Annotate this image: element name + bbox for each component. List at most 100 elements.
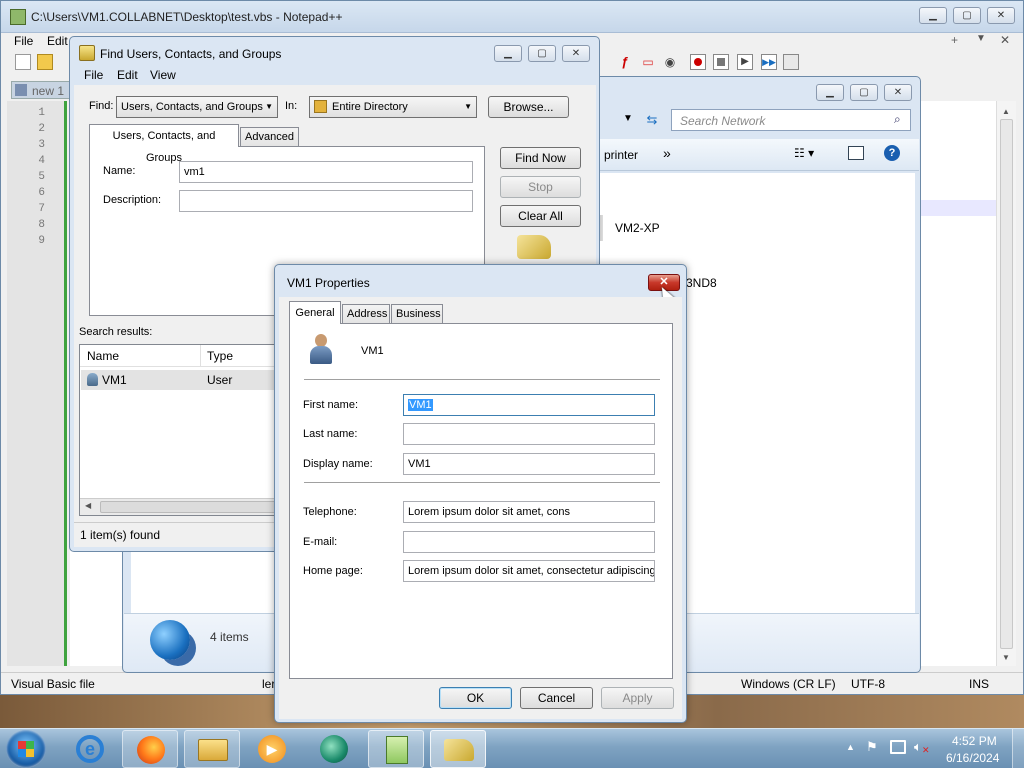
macro-save-icon[interactable]: [783, 54, 799, 70]
find-menu-view[interactable]: View: [150, 68, 176, 82]
network-tray-icon[interactable]: [890, 740, 906, 754]
find-maximize-button[interactable]: ▢: [528, 45, 556, 62]
network-search-box[interactable]: Search Network ⌕: [671, 109, 911, 131]
telephone-input[interactable]: Lorem ipsum dolor sit amet, cons: [403, 501, 655, 523]
notepad-titlebar[interactable]: C:\Users\VM1.COLLABNET\Desktop\test.vbs …: [1, 1, 1023, 33]
find-label: Find:: [89, 100, 114, 112]
first-name-input[interactable]: VM1: [403, 394, 655, 416]
open-folder-icon[interactable]: [37, 54, 53, 70]
results-list[interactable]: Name Type VM1 User ◀: [79, 344, 279, 516]
show-hidden-icons-chevron[interactable]: ▲: [846, 742, 855, 752]
macro-record-icon[interactable]: [690, 54, 706, 70]
volume-muted-icon[interactable]: 🔈︎ ✕: [914, 739, 930, 755]
close-button[interactable]: ✕: [987, 7, 1015, 24]
status-eol: Windows (CR LF): [741, 677, 836, 691]
first-name-label: First name:: [303, 399, 359, 411]
tab-list-control[interactable]: ▼: [976, 33, 986, 44]
minimize-button[interactable]: ▁: [919, 7, 947, 24]
taskbar-find-users[interactable]: [430, 730, 486, 768]
properties-title: VM1 Properties: [287, 276, 370, 290]
home-page-input[interactable]: Lorem ipsum dolor sit amet, consectetur …: [403, 560, 655, 582]
toolbar-printer[interactable]: printer: [604, 148, 638, 162]
macro-stop-icon[interactable]: [713, 54, 729, 70]
network-maximize-button[interactable]: ▢: [850, 84, 878, 101]
taskbar-file-explorer[interactable]: [184, 730, 240, 768]
tab-business[interactable]: Business: [391, 304, 443, 324]
column-header-type[interactable]: Type: [207, 349, 233, 363]
find-menu-file[interactable]: File: [84, 68, 103, 82]
taskbar-media-player[interactable]: ▶: [244, 730, 300, 768]
function-list-icon[interactable]: ƒ: [617, 54, 633, 70]
taskbar-firefox[interactable]: [122, 730, 178, 768]
scroll-down-arrow[interactable]: ▼: [1002, 653, 1010, 662]
taskbar-app[interactable]: [306, 730, 362, 768]
properties-body: General Address Business VM1 First name:…: [279, 297, 682, 719]
find-close-button[interactable]: ✕: [562, 45, 590, 62]
find-now-button[interactable]: Find Now: [500, 147, 581, 169]
find-minimize-button[interactable]: ▁: [494, 45, 522, 62]
ok-button[interactable]: OK: [439, 687, 512, 709]
browse-button[interactable]: Browse...: [488, 96, 569, 118]
add-tab-control[interactable]: +: [951, 33, 958, 47]
macro-run-multiple-icon[interactable]: ▶▶: [761, 54, 777, 70]
taskbar-internet-explorer[interactable]: e: [62, 730, 118, 768]
divider: [304, 482, 660, 483]
refresh-icon[interactable]: ⇆: [641, 109, 663, 131]
column-divider: [200, 345, 201, 367]
menu-file[interactable]: File: [14, 34, 33, 48]
network-minimize-button[interactable]: ▁: [816, 84, 844, 101]
tab-address[interactable]: Address: [342, 304, 390, 324]
apply-button[interactable]: Apply: [601, 687, 674, 709]
network-item-vm2[interactable]: VM2-XP: [591, 213, 701, 243]
tab-advanced[interactable]: Advanced: [240, 127, 299, 147]
action-center-flag-icon[interactable]: ⚑: [866, 740, 880, 754]
scroll-thumb[interactable]: [1000, 119, 1013, 649]
horizontal-scrollbar[interactable]: ◀: [80, 498, 278, 515]
scroll-up-arrow[interactable]: ▲: [1002, 107, 1010, 116]
tab-general[interactable]: General: [289, 301, 341, 324]
email-input[interactable]: [403, 531, 655, 553]
preview-pane-icon[interactable]: [848, 146, 864, 160]
show-desktop-button[interactable]: [1012, 729, 1024, 768]
start-button[interactable]: [6, 730, 46, 768]
clock-time[interactable]: 4:52 PM: [952, 734, 997, 748]
clear-all-button[interactable]: Clear All: [500, 205, 581, 227]
find-menu-edit[interactable]: Edit: [117, 68, 138, 82]
folder-workspace-icon[interactable]: ▭: [640, 54, 656, 70]
scroll-thumb[interactable]: [100, 501, 276, 513]
clock-date[interactable]: 6/16/2024: [946, 751, 999, 765]
monitoring-eye-icon[interactable]: ◉: [662, 54, 678, 70]
name-input-value: vm1: [184, 166, 205, 178]
close-doc-control[interactable]: ✕: [1000, 33, 1010, 47]
new-file-icon[interactable]: [15, 54, 31, 70]
line-number: 2: [38, 123, 45, 135]
name-input[interactable]: vm1: [179, 161, 473, 183]
find-type-select[interactable]: Users, Contacts, and Groups ▼: [116, 96, 278, 118]
find-status-text: 1 item(s) found: [80, 528, 161, 542]
taskbar-notepad-plus-plus[interactable]: [368, 730, 424, 768]
column-header-name[interactable]: Name: [87, 349, 119, 363]
network-item-2[interactable]: 3ND8: [686, 273, 746, 293]
help-icon[interactable]: ?: [884, 145, 900, 161]
tab-users-contacts-groups[interactable]: Users, Contacts, and Groups: [89, 124, 239, 164]
last-name-input[interactable]: [403, 423, 655, 445]
maximize-button[interactable]: ▢: [953, 7, 981, 24]
stop-button[interactable]: Stop: [500, 176, 581, 198]
address-dropdown-arrow[interactable]: ▼: [623, 113, 633, 124]
menu-edit[interactable]: Edit: [47, 34, 68, 48]
change-view-icon[interactable]: ☷ ▾: [794, 146, 814, 160]
macro-play-icon[interactable]: ▶: [737, 54, 753, 70]
toolbar-more-chevron[interactable]: »: [663, 145, 671, 161]
scroll-left-arrow[interactable]: ◀: [85, 501, 91, 510]
description-input[interactable]: [179, 190, 473, 212]
display-name-input[interactable]: VM1: [403, 453, 655, 475]
in-scope-select[interactable]: Entire Directory ▼: [309, 96, 477, 118]
telephone-value: Lorem ipsum dolor sit amet, cons: [408, 506, 571, 518]
doc-tab[interactable]: new 1: [11, 81, 71, 99]
table-row[interactable]: VM1 User: [81, 370, 277, 390]
editor-scrollbar[interactable]: ▲ ▼: [996, 101, 1016, 666]
cancel-button[interactable]: Cancel: [520, 687, 593, 709]
network-close-button[interactable]: ✕: [884, 84, 912, 101]
internet-explorer-icon: e: [76, 735, 104, 763]
user-display-name: VM1: [361, 345, 384, 357]
